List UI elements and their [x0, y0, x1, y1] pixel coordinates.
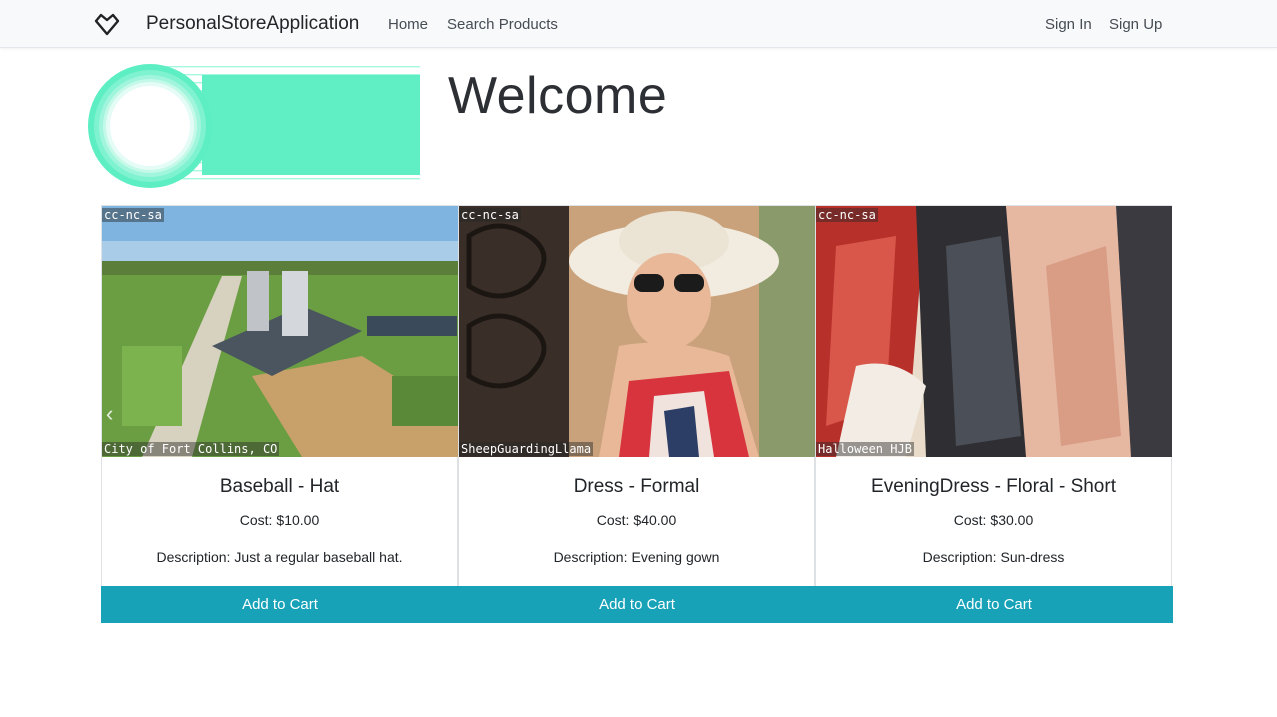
- image-credit-label: City of Fort Collins, CO: [102, 442, 280, 456]
- cost-label: Cost:: [953, 512, 987, 528]
- product-cost: Cost: $40.00: [459, 512, 814, 528]
- image-credit-label: Halloween HJB: [816, 442, 914, 456]
- image-license-label: cc-nc-sa: [459, 208, 521, 222]
- cost-label: Cost:: [596, 512, 630, 528]
- heart-outline-icon[interactable]: [92, 12, 122, 38]
- logo-speed-line: [152, 178, 420, 180]
- ring-lines-logo: [88, 64, 420, 188]
- description-value: Evening gown: [631, 549, 720, 565]
- product-card-baseball-hat: cc-nc-sa City of Fort Collins, CO ‹ Base…: [101, 205, 459, 623]
- product-description: Description: Sun-dress: [816, 549, 1171, 565]
- description-value: Sun-dress: [1000, 549, 1065, 565]
- description-value: Just a regular baseball hat.: [234, 549, 403, 565]
- description-label: Description:: [156, 549, 231, 565]
- welcome-heading: Welcome: [448, 67, 668, 125]
- add-to-cart-button[interactable]: Add to Cart: [815, 586, 1173, 623]
- product-title: EveningDress - Floral - Short: [871, 476, 1116, 497]
- chevron-left-icon[interactable]: ‹: [106, 403, 120, 425]
- image-license-label: cc-nc-sa: [816, 208, 878, 222]
- product-card-dress-formal: cc-nc-sa SheepGuardingLlama Dress - Form…: [458, 205, 816, 623]
- logo-speed-line: [152, 66, 420, 68]
- product-title: Dress - Formal: [573, 476, 700, 497]
- description-label: Description:: [922, 549, 997, 565]
- product-card-evening-dress: cc-nc-sa Halloween HJB EveningDress - Fl…: [815, 205, 1173, 623]
- sign-in-link[interactable]: Sign In: [1045, 16, 1092, 33]
- product-description: Description: Evening gown: [459, 549, 814, 565]
- add-to-cart-button[interactable]: Add to Cart: [458, 586, 816, 623]
- cost-label: Cost:: [239, 512, 273, 528]
- product-image: cc-nc-sa SheepGuardingLlama: [459, 206, 815, 457]
- product-description: Description: Just a regular baseball hat.: [102, 549, 457, 565]
- image-credit-label: SheepGuardingLlama: [459, 442, 594, 456]
- product-cost: Cost: $30.00: [816, 512, 1171, 528]
- cost-value: $10.00: [276, 512, 320, 528]
- navbar: PersonalStoreApplication Home Search Pro…: [0, 0, 1277, 48]
- cost-value: $30.00: [990, 512, 1034, 528]
- product-cost: Cost: $10.00: [102, 512, 457, 528]
- nav-search-products-link[interactable]: Search Products: [447, 16, 558, 33]
- sign-up-link[interactable]: Sign Up: [1109, 16, 1162, 33]
- add-to-cart-button[interactable]: Add to Cart: [101, 586, 459, 623]
- product-image: cc-nc-sa Halloween HJB: [816, 206, 1172, 457]
- nav-home-link[interactable]: Home: [388, 16, 428, 33]
- description-label: Description:: [553, 549, 628, 565]
- product-title: Baseball - Hat: [219, 476, 340, 497]
- product-image: cc-nc-sa City of Fort Collins, CO ‹: [102, 206, 458, 457]
- brand-name[interactable]: PersonalStoreApplication: [146, 13, 359, 35]
- cost-value: $40.00: [633, 512, 677, 528]
- image-license-label: cc-nc-sa: [102, 208, 164, 222]
